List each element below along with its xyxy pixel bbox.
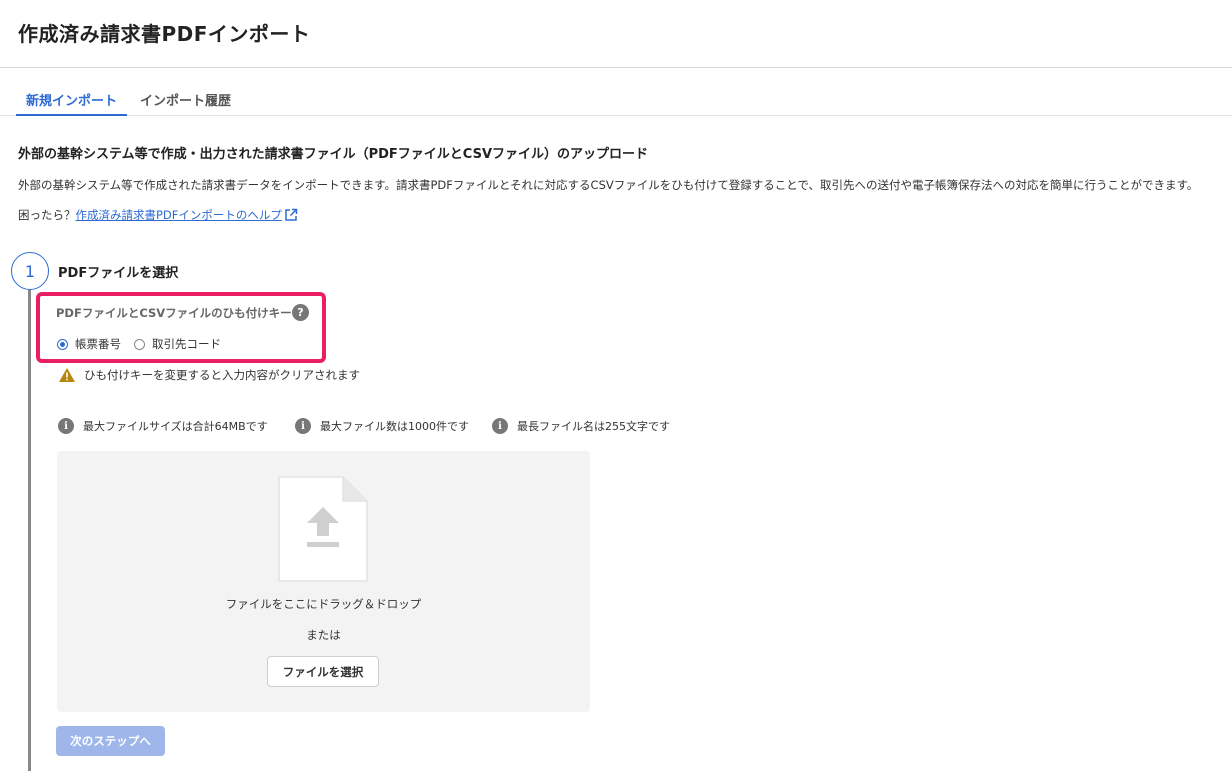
info-icon: i [58, 418, 74, 434]
description-text: 外部の基幹システム等で作成された請求書データをインポートできます。請求書PDFフ… [18, 178, 1199, 192]
step-title: PDFファイルを選択 [58, 266, 179, 281]
select-file-button[interactable]: ファイルを選択 [267, 656, 379, 687]
radio-label: 取引先コード [152, 337, 221, 351]
info-text: 最大ファイル数は1000件です [320, 420, 469, 433]
help-prefix: 困ったら？ [18, 208, 76, 222]
drag-drop-text: ファイルをここにドラッグ＆ドロップ [225, 597, 422, 611]
info-max-count: i 最大ファイル数は1000件です [295, 418, 469, 434]
radio-checked-icon[interactable] [57, 338, 68, 350]
info-max-filename: i 最長ファイル名は255文字です [492, 418, 670, 434]
upload-document-icon [278, 476, 368, 582]
page-header: 作成済み請求書PDFインポート [0, 0, 1232, 68]
highlight-annotation-box [36, 292, 326, 363]
next-step-button[interactable]: 次のステップへ [56, 726, 165, 756]
help-line: 困ったら？作成済み請求書PDFインポートのヘルプ [18, 207, 298, 225]
section-heading: 外部の基幹システム等で作成・出力された請求書ファイル（PDFファイルとCSVファ… [18, 147, 649, 162]
help-link[interactable]: 作成済み請求書PDFインポートのヘルプ [76, 208, 282, 222]
external-link-icon[interactable] [284, 208, 298, 225]
radio-label: 帳票番号 [75, 337, 121, 351]
radio-option-client-code[interactable]: 取引先コード [134, 336, 221, 352]
info-icon: i [492, 418, 508, 434]
info-max-size: i 最大ファイルサイズは合計64MBです [58, 418, 268, 434]
radio-option-document-number[interactable]: 帳票番号 [57, 336, 121, 352]
link-key-label: PDFファイルとCSVファイルのひも付けキー [56, 306, 292, 320]
warning-text: ひも付けキーを変更すると入力内容がクリアされます [84, 368, 360, 382]
file-dropzone[interactable]: ファイルをここにドラッグ＆ドロップ または ファイルを選択 [57, 451, 590, 712]
help-question-icon[interactable]: ? [292, 304, 309, 321]
tab-new-import[interactable]: 新規インポート [16, 90, 128, 116]
info-text: 最大ファイルサイズは合計64MBです [83, 420, 268, 433]
warning-message: ひも付けキーを変更すると入力内容がクリアされます [58, 367, 360, 383]
info-text: 最長ファイル名は255文字です [517, 420, 670, 433]
tab-bar: 新規インポート インポート履歴 [0, 86, 1232, 116]
radio-unchecked-icon[interactable] [134, 338, 145, 350]
info-icon: i [295, 418, 311, 434]
step-number-badge: 1 [11, 252, 49, 290]
warning-triangle-icon [59, 368, 75, 382]
step-connector-line [28, 290, 31, 771]
or-text: または [306, 628, 341, 642]
tab-import-history[interactable]: インポート履歴 [130, 90, 241, 116]
page-title: 作成済み請求書PDFインポート [18, 22, 311, 46]
